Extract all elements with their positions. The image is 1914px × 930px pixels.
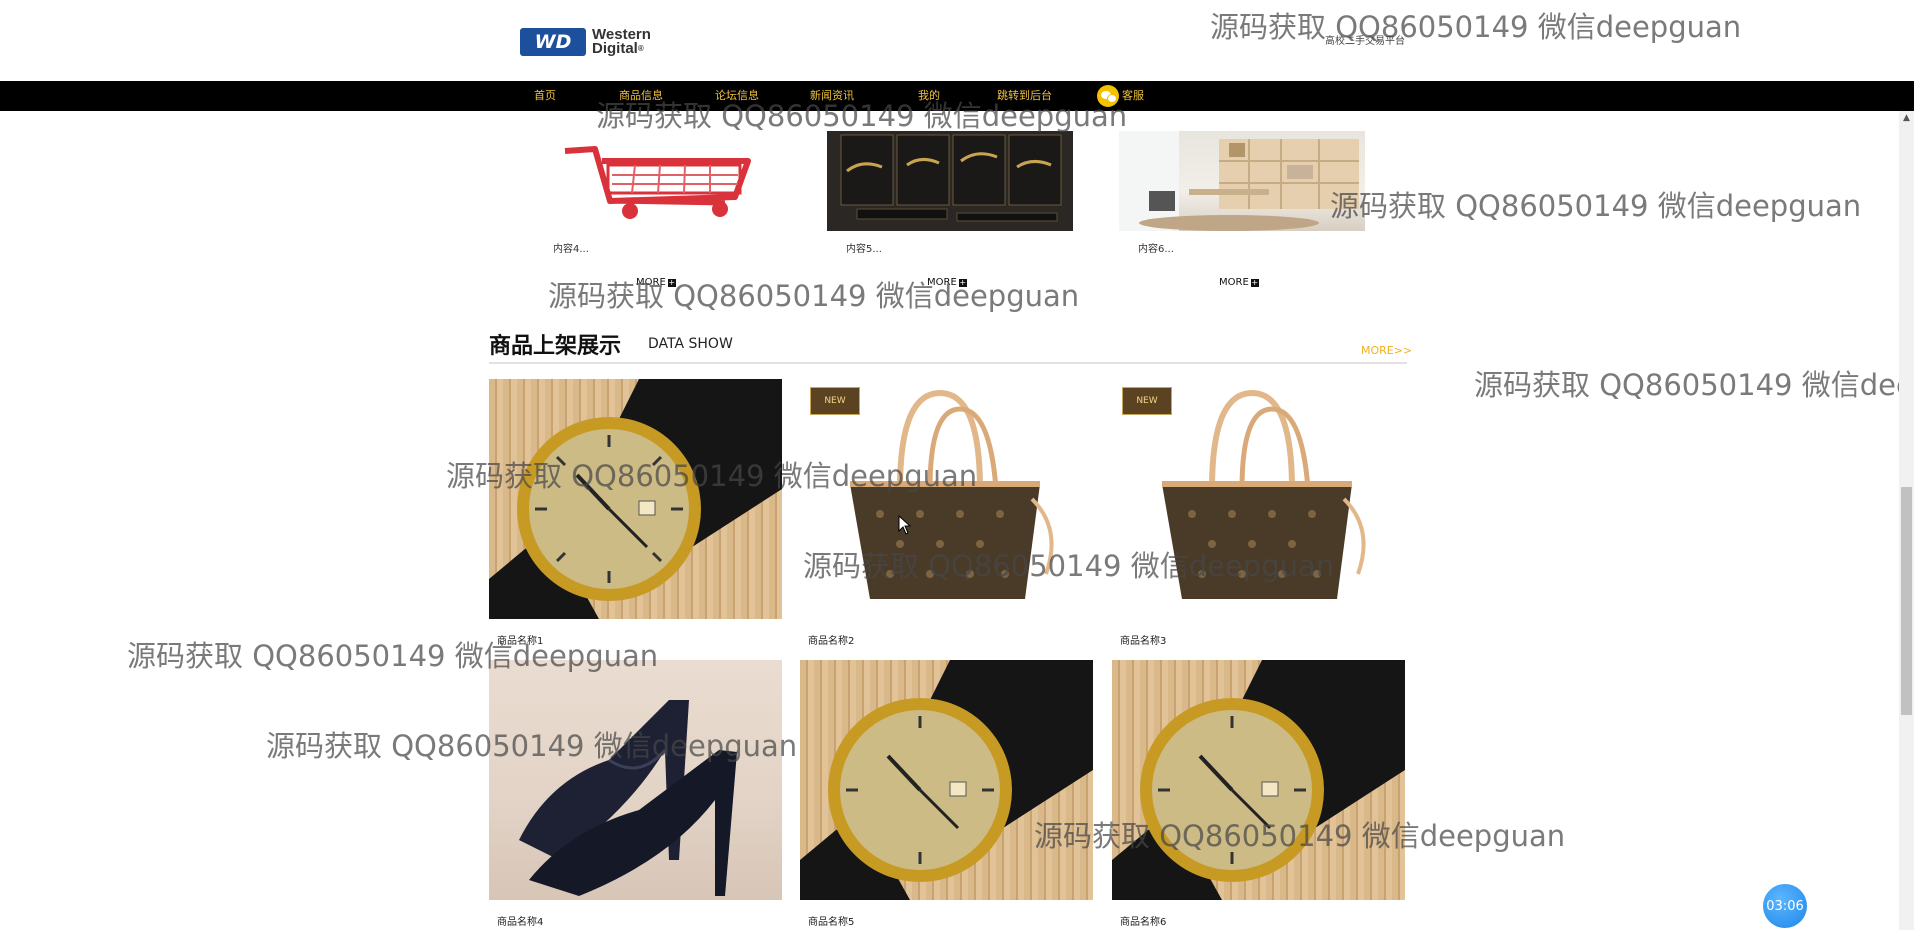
- service-label: 客服: [1122, 89, 1144, 102]
- more-link-5[interactable]: MORE +: [927, 277, 967, 288]
- product-name-1[interactable]: 商品名称1: [497, 632, 543, 647]
- gold-watch-photo: [489, 379, 782, 619]
- product-image-1[interactable]: [489, 379, 782, 619]
- nav-item-news[interactable]: 新闻资讯: [810, 81, 854, 111]
- logo-trademark: ®: [637, 44, 644, 53]
- nav-item-service[interactable]: 客服: [1097, 81, 1144, 111]
- more-link-6[interactable]: MORE +: [1219, 277, 1259, 288]
- more-link-4[interactable]: MORE +: [636, 277, 676, 288]
- plus-square-icon: +: [1250, 277, 1259, 287]
- product-image-3[interactable]: NEW: [1112, 379, 1405, 619]
- content-image-4[interactable]: [550, 131, 796, 231]
- site-subtitle: 高校二手交易平台: [1325, 36, 1405, 47]
- product-image-6[interactable]: [1112, 660, 1405, 900]
- section-divider: [489, 362, 1407, 364]
- nav-item-home[interactable]: 首页: [534, 81, 556, 111]
- monogram-bag-photo: [850, 389, 1054, 599]
- section-more-link[interactable]: MORE>>: [1361, 344, 1412, 357]
- wechat-icon: [1097, 85, 1119, 107]
- plus-square-icon: +: [667, 277, 676, 287]
- more-label: MORE: [927, 277, 957, 288]
- content-caption-6[interactable]: 内容6...: [1138, 240, 1174, 255]
- monogram-bag-photo: [1162, 389, 1366, 599]
- content-image-5[interactable]: [827, 131, 1073, 231]
- product-name-6[interactable]: 商品名称6: [1120, 913, 1166, 928]
- logo-badge: WD: [520, 28, 586, 56]
- product-name-4[interactable]: 商品名称4: [497, 913, 543, 928]
- scrollbar-thumb[interactable]: [1901, 487, 1912, 715]
- section-title: 商品上架展示: [489, 334, 622, 359]
- logo-line2: Digital: [592, 40, 638, 57]
- shopping-cart-icon: [564, 146, 751, 219]
- high-heels-photo: [519, 700, 737, 896]
- nav-item-products[interactable]: 商品信息: [619, 81, 663, 111]
- watermark: 源码获取 QQ86050149 微信deepguan: [1330, 189, 1862, 223]
- timer-badge[interactable]: 03:06: [1763, 884, 1807, 928]
- content-image-6[interactable]: [1119, 131, 1365, 231]
- watermark: 源码获取 QQ86050149 微信deepguan: [1210, 10, 1742, 44]
- new-product-tag: NEW: [1122, 387, 1172, 415]
- product-image-4[interactable]: [489, 660, 782, 900]
- watermark: 源码获取 QQ86050149 微信deepguan: [548, 279, 1080, 313]
- more-label: MORE: [636, 277, 666, 288]
- product-name-3[interactable]: 商品名称3: [1120, 632, 1166, 647]
- nav-item-forum[interactable]: 论坛信息: [715, 81, 759, 111]
- section-subtitle: DATA SHOW: [648, 336, 733, 352]
- gold-watch-photo: [1112, 660, 1405, 900]
- gold-watch-photo: [800, 660, 1093, 900]
- logo-text: Western Digital®: [592, 27, 651, 57]
- nav-item-admin[interactable]: 跳转到后台: [997, 81, 1052, 111]
- product-image-5[interactable]: [800, 660, 1093, 900]
- content-caption-5[interactable]: 内容5...: [846, 240, 882, 255]
- more-label: MORE: [1219, 277, 1249, 288]
- main-nav-bar: 首页 商品信息 论坛信息 新闻资讯 我的 跳转到后台 客服: [0, 81, 1914, 111]
- product-image-2[interactable]: NEW: [800, 379, 1093, 619]
- mouse-pointer-icon: [898, 515, 912, 535]
- nav-item-mine[interactable]: 我的: [918, 81, 940, 111]
- plus-square-icon: +: [958, 277, 967, 287]
- scroll-up-arrow-icon[interactable]: ▲: [1899, 111, 1914, 125]
- furniture-room-photo: [1119, 131, 1359, 231]
- new-product-tag: NEW: [810, 387, 860, 415]
- product-name-5[interactable]: 商品名称5: [808, 913, 854, 928]
- watermark: 源码获取 QQ86050149 微信deepguan: [1474, 368, 1914, 402]
- folding-screen-photo: [827, 131, 1073, 231]
- product-name-2[interactable]: 商品名称2: [808, 632, 854, 647]
- site-logo[interactable]: WD Western Digital®: [520, 24, 670, 60]
- content-caption-4[interactable]: 内容4...: [553, 240, 589, 255]
